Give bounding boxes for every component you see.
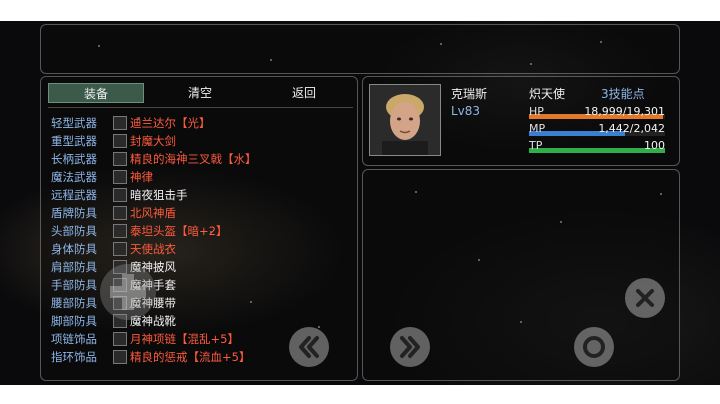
equipment-item-name: 天使战衣 xyxy=(130,242,176,256)
dpad-button[interactable] xyxy=(100,264,156,320)
game-screen: 装备 清空 返回 轻型武器 迪兰达尔【光】重型武器 封魔大剑长柄武器 精良的海神三叉戟… xyxy=(0,21,720,385)
hp-stat: HP 18,999/19,301 xyxy=(529,105,665,120)
equipment-item-name: 精良的惩戒【流血+5】 xyxy=(130,350,251,364)
tab-bar: 装备 清空 返回 xyxy=(48,83,353,108)
character-portrait xyxy=(369,84,441,156)
equipment-item-icon xyxy=(113,116,127,130)
equipment-slot-label: 盾牌防具 xyxy=(51,206,97,220)
equipment-slot-label: 脚部防具 xyxy=(51,314,97,328)
equipment-slot-label: 项链饰品 xyxy=(51,332,97,346)
character-panel: 克瑞斯 Lv83 炽天使 3技能点 HP 18,999/19,301 MP 1,… xyxy=(362,76,680,166)
tp-stat: TP 100 xyxy=(529,139,665,154)
equipment-item-icon xyxy=(113,332,127,346)
tab-equip[interactable]: 装备 xyxy=(48,83,144,103)
equipment-item-name: 泰坦头盔【暗+2】 xyxy=(130,224,228,238)
equipment-slot-label: 魔法武器 xyxy=(51,170,97,184)
equipment-row[interactable]: 魔法武器 神律 xyxy=(51,168,351,186)
equipment-item-icon xyxy=(113,242,127,256)
tp-value: 100 xyxy=(644,139,665,152)
circle-icon xyxy=(583,336,605,358)
character-name: 克瑞斯 xyxy=(451,87,488,101)
equipment-row[interactable]: 肩部防具 魔神披风 xyxy=(51,258,351,276)
clear-button[interactable]: 清空 xyxy=(152,83,248,103)
skill-points: 3技能点 xyxy=(601,87,645,101)
close-button[interactable] xyxy=(625,278,665,318)
rewind-button[interactable] xyxy=(289,327,329,367)
equipment-slot-label: 身体防具 xyxy=(51,242,97,256)
equipment-row[interactable]: 远程武器 暗夜狙击手 xyxy=(51,186,351,204)
hp-label: HP xyxy=(529,105,544,118)
mp-stat: MP 1,442/2,042 xyxy=(529,122,665,137)
equipment-item-name: 神律 xyxy=(130,170,153,184)
equipment-slot-label: 重型武器 xyxy=(51,134,97,148)
equipment-item-icon xyxy=(113,350,127,364)
dpad-icon xyxy=(110,274,146,310)
equipment-item-name: 暗夜狙击手 xyxy=(130,188,188,202)
equipment-item-name: 封魔大剑 xyxy=(130,134,176,148)
equipment-row[interactable]: 头部防具 泰坦头盔【暗+2】 xyxy=(51,222,351,240)
equipment-slot-label: 远程武器 xyxy=(51,188,97,202)
equipment-item-name: 精良的海神三叉戟【水】 xyxy=(130,152,257,166)
equipment-slot-label: 轻型武器 xyxy=(51,116,97,130)
forward-button[interactable] xyxy=(390,327,430,367)
back-button[interactable]: 返回 xyxy=(256,83,352,103)
mp-value: 1,442/2,042 xyxy=(598,122,665,135)
confirm-button[interactable] xyxy=(574,327,614,367)
equipment-slot-label: 头部防具 xyxy=(51,224,97,238)
equipment-item-name: 月神项链【混乱+5】 xyxy=(130,332,239,346)
mp-label: MP xyxy=(529,122,546,135)
equipment-item-icon xyxy=(113,134,127,148)
equipment-row[interactable]: 手部防具 魔神手套 xyxy=(51,276,351,294)
equipment-slot-label: 长柄武器 xyxy=(51,152,97,166)
equipment-row[interactable]: 轻型武器 迪兰达尔【光】 xyxy=(51,114,351,132)
equipment-slot-label: 肩部防具 xyxy=(51,260,97,274)
hp-value: 18,999/19,301 xyxy=(584,105,665,118)
equipment-item-name: 迪兰达尔【光】 xyxy=(130,116,211,130)
tab-divider xyxy=(48,107,353,108)
equipment-row[interactable]: 长柄武器 精良的海神三叉戟【水】 xyxy=(51,150,351,168)
equipment-row[interactable]: 身体防具 天使战衣 xyxy=(51,240,351,258)
portrait-image xyxy=(370,85,440,155)
top-info-panel xyxy=(40,24,680,74)
character-level: Lv83 xyxy=(451,104,481,118)
equipment-item-name: 北风神盾 xyxy=(130,206,176,220)
double-chevron-right-icon xyxy=(400,336,420,358)
equipment-item-icon xyxy=(113,170,127,184)
tp-label: TP xyxy=(529,139,543,152)
equipment-row[interactable]: 腰部防具 魔神腰带 xyxy=(51,294,351,312)
equipment-row[interactable]: 盾牌防具 北风神盾 xyxy=(51,204,351,222)
x-icon xyxy=(636,289,654,307)
equipment-item-icon xyxy=(113,188,127,202)
character-class: 炽天使 xyxy=(529,87,566,101)
double-chevron-left-icon xyxy=(299,336,319,358)
equipment-item-icon xyxy=(113,206,127,220)
equipment-item-icon xyxy=(113,224,127,238)
equipment-item-icon xyxy=(113,152,127,166)
equipment-slot-label: 指环饰品 xyxy=(51,350,97,364)
equipment-row[interactable]: 重型武器 封魔大剑 xyxy=(51,132,351,150)
